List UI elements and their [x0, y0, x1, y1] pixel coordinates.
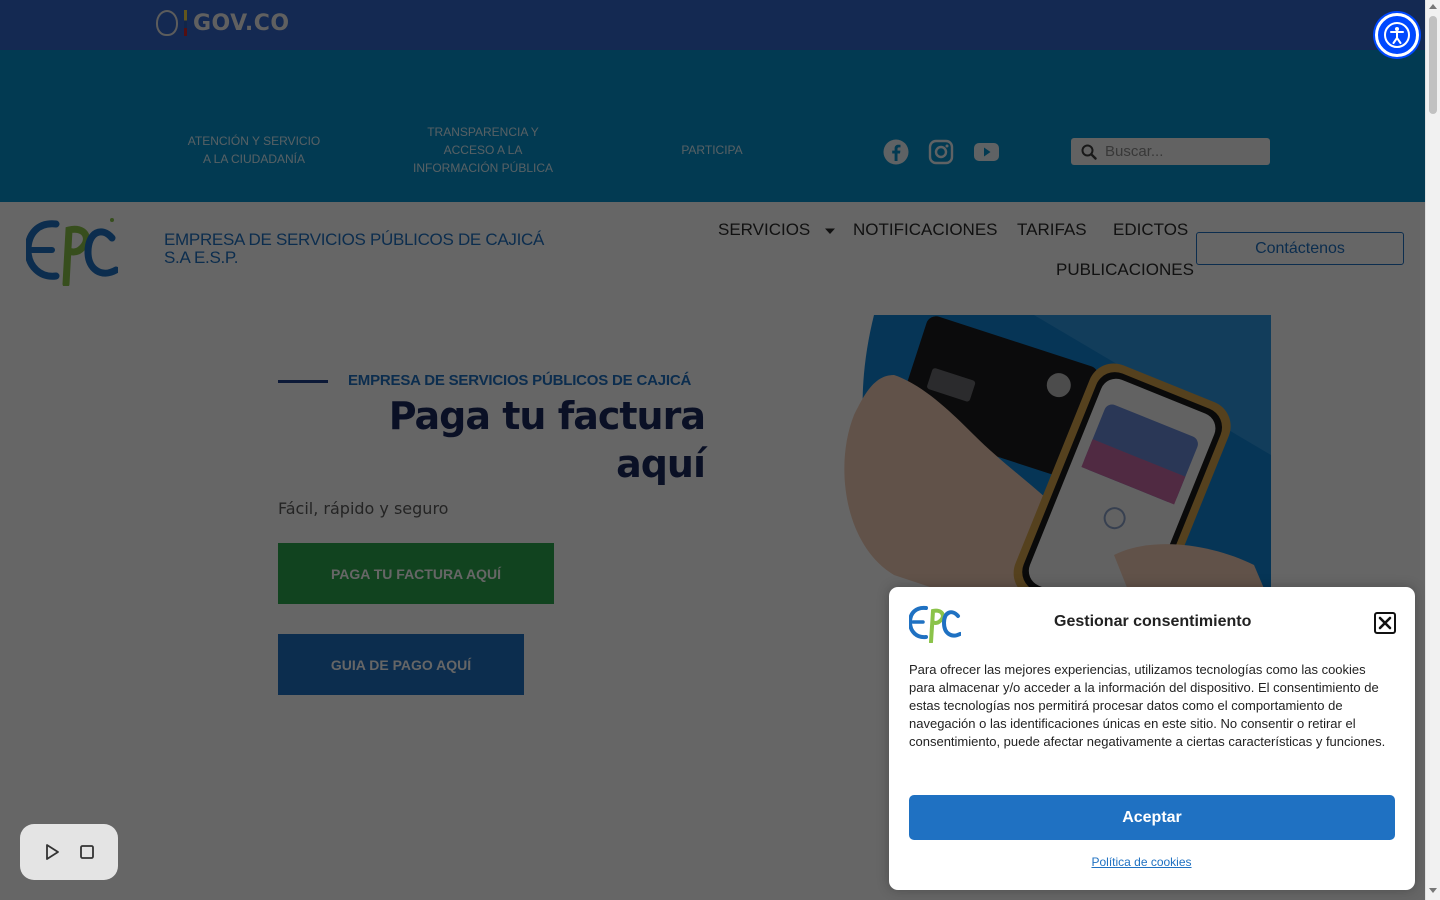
colombia-flag-icon — [184, 10, 187, 36]
epc-logo-small — [909, 605, 961, 643]
play-icon[interactable] — [44, 843, 60, 861]
nav-atencion-ciudadania[interactable]: ATENCIÓN Y SERVICIO A LA CIUDADANÍA — [184, 132, 324, 168]
contact-button[interactable]: Contáctenos — [1196, 232, 1404, 265]
media-controls — [20, 824, 118, 880]
gov-co-bar: GOV.CO — [0, 0, 1425, 50]
menu-tarifas[interactable]: TARIFAS — [1017, 220, 1087, 240]
search-box[interactable] — [1071, 138, 1270, 165]
epc-logo[interactable] — [26, 216, 118, 286]
menu-notificaciones[interactable]: NOTIFICACIONES — [853, 220, 998, 240]
scrollbar-thumb[interactable] — [1429, 16, 1437, 114]
accept-cookies-button[interactable]: Aceptar — [909, 795, 1395, 840]
main-header: EMPRESA DE SERVICIOS PÚBLICOS DE CAJICÁ … — [0, 202, 1425, 300]
menu-servicios-label: SERVICIOS — [718, 220, 811, 239]
cookie-dialog-title: Gestionar consentimiento — [1054, 613, 1252, 630]
search-input[interactable] — [1105, 143, 1265, 160]
hero-eyebrow: EMPRESA DE SERVICIOS PÚBLICOS DE CAJICÁ — [348, 372, 692, 389]
nav-transparencia[interactable]: TRANSPARENCIA Y ACCESO A LA INFORMACIÓN … — [413, 123, 553, 177]
menu-servicios[interactable]: SERVICIOS — [718, 220, 836, 240]
cookie-dialog-text: Para ofrecer las mejores experiencias, u… — [909, 662, 1386, 749]
menu-publicaciones[interactable]: PUBLICACIONES — [1056, 260, 1194, 280]
eyebrow-divider — [278, 380, 328, 383]
search-icon — [1081, 144, 1097, 160]
hero-subline: Fácil, rápido y seguro — [278, 499, 449, 518]
close-icon — [1378, 616, 1392, 630]
hero-headline: Paga tu factura aquí — [388, 394, 706, 486]
facebook-icon[interactable] — [883, 139, 909, 165]
company-name[interactable]: EMPRESA DE SERVICIOS PÚBLICOS DE CAJICÁ … — [164, 231, 564, 267]
chevron-down-icon — [825, 228, 836, 234]
page-scrollbar[interactable] — [1425, 0, 1440, 900]
cookie-consent-dialog: Gestionar consentimiento Para ofrecer la… — [889, 587, 1415, 890]
accessibility-button[interactable] — [1375, 13, 1419, 57]
gov-co-brand: GOV.CO — [193, 10, 290, 36]
colombia-seal-icon — [156, 10, 178, 36]
close-button[interactable] — [1374, 612, 1396, 634]
payment-guide-button[interactable]: GUIA DE PAGO AQUÍ — [278, 634, 524, 695]
stop-icon[interactable] — [79, 844, 95, 860]
instagram-icon[interactable] — [928, 139, 954, 165]
gov-co-logo[interactable]: GOV.CO — [156, 10, 290, 36]
cookie-policy-link[interactable]: Política de cookies — [889, 855, 1394, 869]
top-navigation: ATENCIÓN Y SERVICIO A LA CIUDADANÍA TRAN… — [0, 50, 1425, 202]
nav-participa[interactable]: PARTICIPA — [662, 141, 762, 159]
youtube-icon[interactable] — [973, 139, 1000, 165]
scroll-up-arrow-icon[interactable] — [1429, 4, 1437, 9]
accessibility-icon — [1384, 22, 1410, 48]
hero-payment-image — [834, 315, 1271, 605]
pay-bill-button[interactable]: PAGA TU FACTURA AQUÍ — [278, 543, 554, 604]
scroll-down-arrow-icon[interactable] — [1429, 888, 1437, 893]
menu-edictos[interactable]: EDICTOS — [1113, 220, 1188, 240]
